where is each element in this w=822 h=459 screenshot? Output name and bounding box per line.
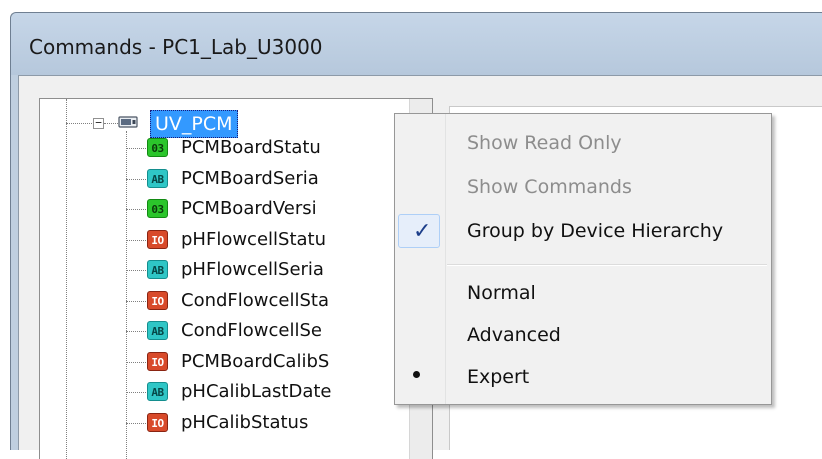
numeric-value-icon: 03 <box>147 138 168 157</box>
tree-guide-branch <box>126 270 146 271</box>
menu-item-label: Expert <box>467 366 530 388</box>
tree-guide-branch <box>126 300 146 302</box>
context-menu: Show Read Only Show Commands ✓ Group by … <box>394 113 772 405</box>
tree-guide-branch <box>126 392 146 393</box>
bullet-icon <box>413 371 420 378</box>
io-value-icon: IO <box>147 412 168 432</box>
checkmark-icon: ✓ <box>413 219 432 244</box>
menu-item-label: Advanced <box>467 324 561 346</box>
title-bar[interactable]: Commands - PC1_Lab_U3000 <box>11 13 822 75</box>
check-highlight: ✓ <box>398 214 440 248</box>
tree-item-label: CondFlowcellSe <box>181 320 322 341</box>
io-value-icon: IO <box>147 229 168 249</box>
menu-item-label: Show Read Only <box>467 132 622 154</box>
tree-item-label: PCMBoardCalibS <box>181 350 330 372</box>
tree-item-label: PCMBoardVersi <box>181 198 317 219</box>
device-icon <box>118 116 138 128</box>
tree-guide-outer <box>66 99 67 459</box>
numeric-value-icon: 03 <box>147 199 168 218</box>
tree-guide-branch <box>126 148 146 149</box>
tree-guide-branch <box>126 361 146 363</box>
tree-item-label: PCMBoardStatu <box>181 137 321 158</box>
string-value-icon: AB <box>147 260 168 279</box>
tree-guide-branch <box>126 239 146 241</box>
tree-item-label: PCMBoardSeria <box>181 167 319 189</box>
menu-item-group-by-device-hierarchy[interactable]: ✓ Group by Device Hierarchy <box>395 212 771 252</box>
menu-item-label: Show Commands <box>467 176 632 198</box>
tree-item-label: pHCalibLastDate <box>181 381 332 402</box>
collapse-toggle-icon[interactable]: − <box>93 117 104 129</box>
tree-root-uv-pcm[interactable]: UV_PCM <box>150 110 238 138</box>
tree-item-label: pHFlowcellSeria <box>181 259 324 280</box>
menu-item-normal[interactable]: Normal <box>395 274 771 314</box>
string-value-icon: AB <box>147 382 168 401</box>
tree-guide-branch <box>126 422 146 424</box>
tree-item-label: pHCalibStatus <box>181 411 309 433</box>
tree-item-label: CondFlowcellSta <box>181 289 329 311</box>
menu-separator <box>447 264 767 266</box>
string-value-icon: AB <box>147 321 168 340</box>
device-tree[interactable]: − UV_PCM 03 PCMBoardStatu AB PCMBoardSeria 0… <box>39 98 433 459</box>
tree-guide-root <box>66 123 94 124</box>
tree-guide-children <box>126 131 127 459</box>
io-value-icon: IO <box>147 290 168 310</box>
tree-guide-branch <box>126 209 146 210</box>
tree-guide-branch <box>126 331 146 332</box>
menu-item-advanced[interactable]: Advanced <box>395 316 771 356</box>
menu-item-expert[interactable]: Expert <box>395 358 771 398</box>
io-value-icon: IO <box>147 351 168 371</box>
window-title: Commands - PC1_Lab_U3000 <box>29 35 323 59</box>
string-value-icon: AB <box>147 168 168 188</box>
menu-item-label: Normal <box>467 282 536 304</box>
menu-item-show-read-only[interactable]: Show Read Only <box>395 124 771 164</box>
tree-guide-branch <box>126 178 146 180</box>
menu-item-label: Group by Device Hierarchy <box>467 220 724 242</box>
tree-item-label: pHFlowcellStatu <box>181 228 327 250</box>
tree-guide-expander <box>104 123 118 124</box>
menu-item-show-commands[interactable]: Show Commands <box>395 168 771 208</box>
